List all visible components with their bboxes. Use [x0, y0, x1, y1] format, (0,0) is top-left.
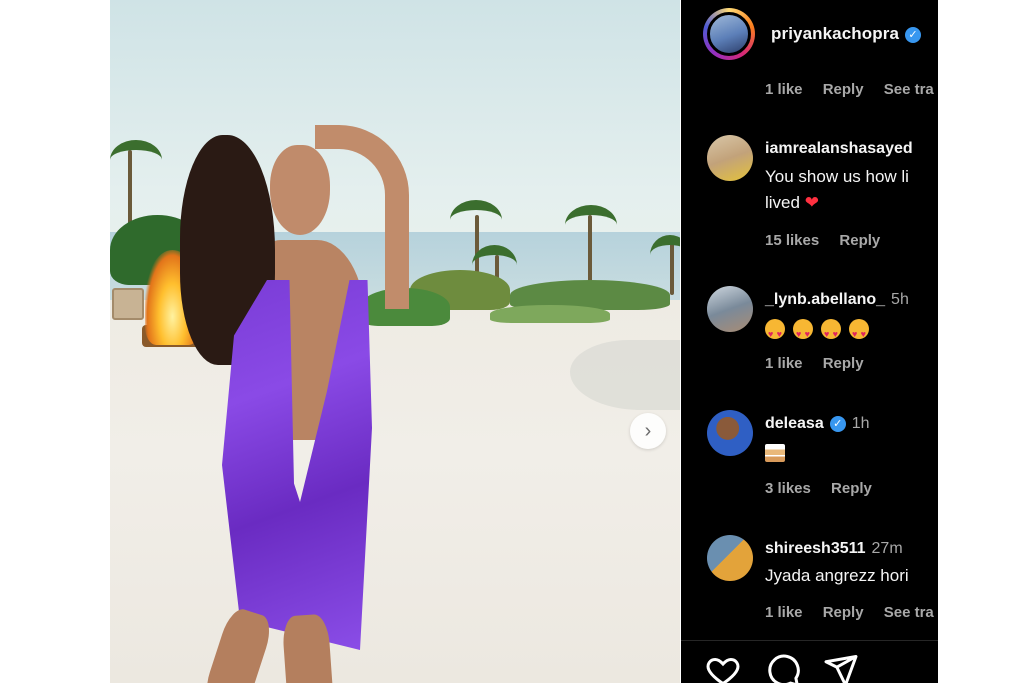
share-icon[interactable]: [823, 652, 859, 683]
comment-meta: 3 likes Reply: [765, 480, 888, 497]
divider: [681, 640, 938, 641]
beach-chair: [112, 288, 144, 320]
see-translation-button[interactable]: See tra: [884, 81, 934, 98]
woman-face: [270, 145, 330, 235]
avatar[interactable]: [707, 286, 753, 332]
palm-frond: [650, 235, 680, 275]
leg: [281, 613, 335, 683]
comment-meta: 1 like Reply See tra: [765, 81, 938, 98]
palm-frond: [110, 140, 162, 180]
avatar[interactable]: [707, 535, 753, 581]
see-translation-button[interactable]: See tra: [884, 604, 934, 621]
heart-eyes-icon: [849, 318, 869, 347]
heart-eyes-icon: [765, 318, 785, 347]
like-count[interactable]: 1 like: [765, 81, 803, 98]
comment-text: Jyada angrezz hori: [765, 566, 909, 585]
cake-emoji: [765, 439, 785, 465]
heart-eyes-emojis: [765, 315, 877, 347]
verified-badge-icon: ✓: [829, 416, 846, 432]
post-header: priyankachopra ✓: [681, 0, 938, 70]
like-count[interactable]: 15 likes: [765, 232, 819, 249]
red-heart-icon: ❤: [804, 193, 819, 212]
avatar-photo: [707, 12, 751, 56]
bush: [490, 305, 610, 323]
verified-badge-icon: ✓: [905, 27, 922, 43]
carousel-next-button[interactable]: ›: [630, 413, 666, 449]
avatar[interactable]: [707, 410, 753, 456]
comments-panel: priyankachopra ✓ 1 like Reply See tra iam…: [681, 0, 938, 683]
heart-eyes-icon: [793, 318, 813, 347]
woman-legs: [200, 600, 355, 683]
reply-button[interactable]: Reply: [823, 604, 864, 621]
comment-username[interactable]: iamrealanshasayed: [765, 140, 913, 158]
chevron-right-icon: ›: [644, 419, 652, 442]
heart-icon[interactable]: [705, 652, 741, 683]
author-username[interactable]: priyankachopra ✓: [771, 24, 922, 44]
palm-frond: [450, 200, 502, 240]
comment-text: lived ❤: [765, 193, 819, 212]
reply-button[interactable]: Reply: [831, 480, 872, 497]
author-avatar[interactable]: [703, 8, 755, 60]
reply-button[interactable]: Reply: [823, 81, 864, 98]
comment-username[interactable]: deleasa ✓ 1h: [765, 415, 870, 433]
comment-username[interactable]: shireesh3511 27m: [765, 540, 903, 558]
avatar[interactable]: [707, 135, 753, 181]
post-photo: ›: [110, 0, 680, 683]
comment-meta: 1 like Reply: [765, 355, 880, 372]
like-count[interactable]: 1 like: [765, 604, 803, 621]
comment-meta: 15 likes Reply: [765, 232, 896, 249]
like-count[interactable]: 3 likes: [765, 480, 811, 497]
birthday-cake-icon: [765, 443, 785, 462]
palm-frond: [565, 205, 617, 245]
heart-eyes-icon: [821, 318, 841, 347]
comment-username[interactable]: _lynb.abellano_ 5h: [765, 291, 909, 309]
comment-icon[interactable]: [765, 652, 801, 683]
like-count[interactable]: 1 like: [765, 355, 803, 372]
reply-button[interactable]: Reply: [839, 232, 880, 249]
leg: [200, 605, 276, 683]
comment-text: You show us how li: [765, 167, 909, 186]
comment-meta: 1 like Reply See tra: [765, 604, 938, 621]
reply-button[interactable]: Reply: [823, 355, 864, 372]
